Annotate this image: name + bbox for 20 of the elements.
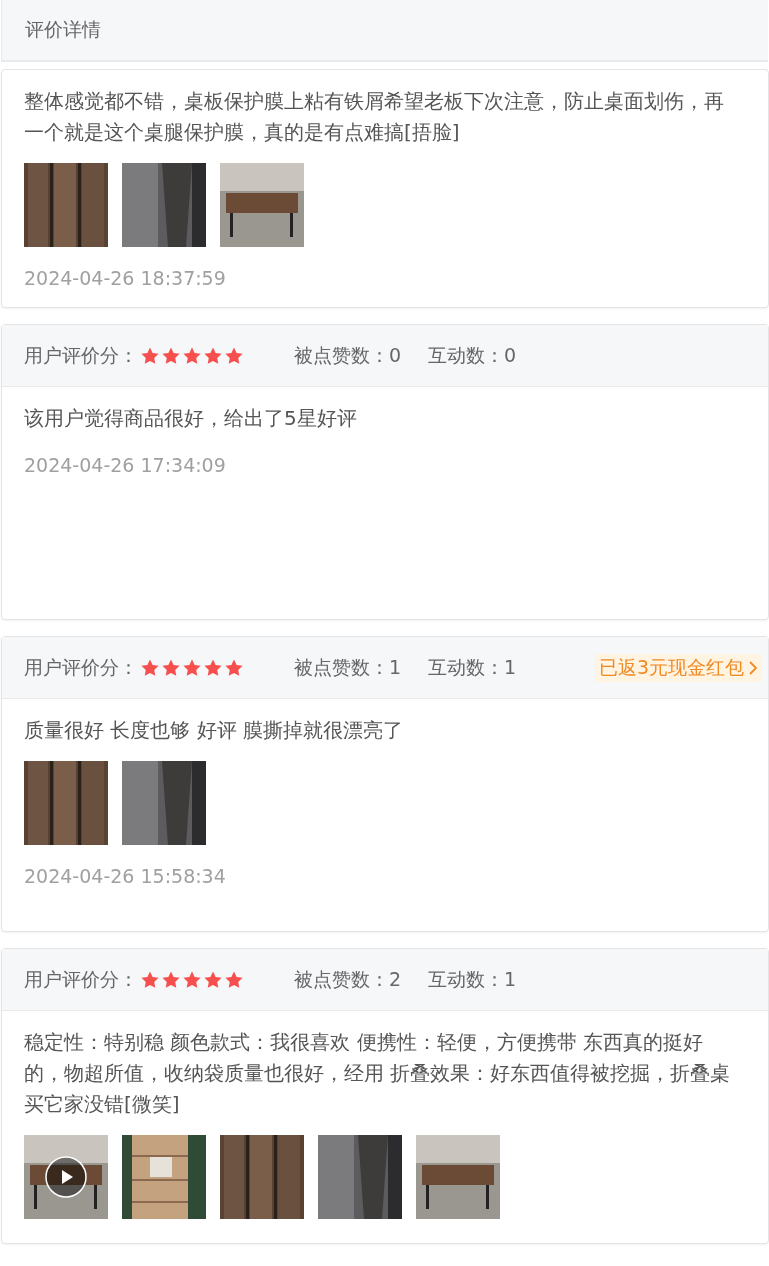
review-text: 整体感觉都不错，桌板保护膜上粘有铁屑希望老板下次注意，防止桌面划伤，再一个就是这个桌腿保护膜，真的是有点难搞[捂脸]: [24, 88, 725, 146]
review-time: 2024-04-26 15:58:34: [24, 865, 227, 887]
score-label: 用户评价分：: [24, 342, 138, 368]
page-title: 评价详情: [25, 17, 101, 42]
review-text: 稳定性：特别稳 颜色款式：我很喜欢 便携性：轻便，方便携带 东西真的挺好的，物超所值，收纳袋质量也很好，经用 折叠效果：好东西值得被挖掘，折叠桌买它家没错[微笑]: [24, 1029, 732, 1118]
like-count: 被点赞数：0: [294, 342, 402, 368]
like-count: 被点赞数：1: [294, 654, 402, 680]
interaction-count: 互动数：1: [428, 654, 517, 680]
play-icon[interactable]: [45, 1156, 87, 1198]
interaction-count: 互动数：0: [428, 342, 517, 368]
review-text: 该用户觉得商品很好，给出了5星好评: [24, 405, 358, 432]
review-time: 2024-04-26 18:37:59: [24, 267, 227, 289]
score-label: 用户评价分：: [24, 654, 138, 680]
cashback-link[interactable]: 已返3元现金红包: [594, 653, 762, 682]
like-count: 被点赞数：2: [294, 966, 402, 992]
chevron-icon: [748, 659, 758, 676]
review-text: 质量很好 长度也够 好评 膜撕掉就很漂亮了: [24, 717, 405, 744]
score-label: 用户评价分：: [24, 966, 138, 992]
review-time: 2024-04-26 17:34:09: [24, 454, 227, 476]
interaction-count: 互动数：1: [428, 966, 517, 992]
